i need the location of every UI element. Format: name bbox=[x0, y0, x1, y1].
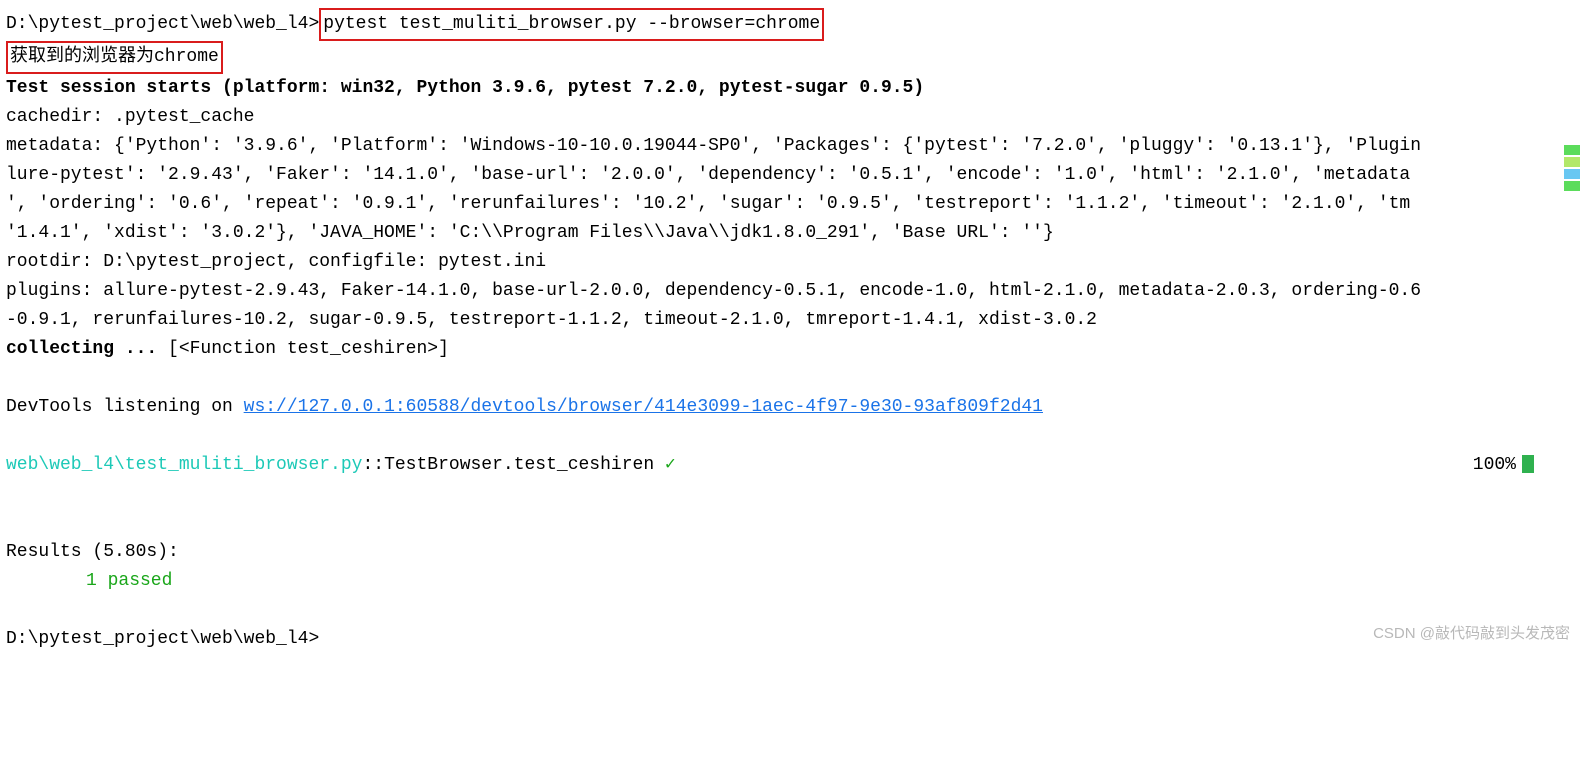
metadata-line-3: ', 'ordering': '0.6', 'repeat': '0.9.1',… bbox=[6, 190, 1574, 219]
results-header: Results (5.80s): bbox=[6, 538, 1574, 567]
percent-text: 100% bbox=[1473, 455, 1516, 475]
collecting-prefix: collecting ... bbox=[6, 339, 168, 359]
blank-line bbox=[6, 364, 1574, 393]
collecting-items: [<Function test_ceshiren>] bbox=[168, 339, 449, 359]
session-header: Test session starts (platform: win32, Py… bbox=[6, 74, 1574, 103]
command-highlight-box: pytest test_muliti_browser.py --browser=… bbox=[319, 8, 824, 41]
rootdir-line: rootdir: D:\pytest_project, configfile: … bbox=[6, 248, 1574, 277]
progress-segment bbox=[1564, 181, 1580, 191]
test-file-path: web\web_l4\test_muliti_browser.py bbox=[6, 455, 362, 475]
test-separator: :: bbox=[362, 455, 384, 475]
blank-line bbox=[6, 509, 1574, 538]
prompt-line-1: D:\pytest_project\web\web_l4>pytest test… bbox=[6, 8, 1574, 41]
devtools-url-link[interactable]: ws://127.0.0.1:60588/devtools/browser/41… bbox=[244, 397, 1043, 417]
test-result-line: web\web_l4\test_muliti_browser.py::TestB… bbox=[6, 451, 1574, 480]
blank-line bbox=[6, 480, 1574, 509]
percent-complete: 100% bbox=[1473, 451, 1534, 480]
cn-message-box: 获取到的浏览器为chrome bbox=[6, 41, 223, 74]
prompt-path: D:\pytest_project\web\web_l4> bbox=[6, 14, 319, 34]
results-passed: 1 passed bbox=[6, 567, 1574, 596]
progress-segment bbox=[1564, 145, 1580, 155]
blank-line bbox=[6, 422, 1574, 451]
metadata-line-2: lure-pytest': '2.9.43', 'Faker': '14.1.0… bbox=[6, 161, 1574, 190]
test-name: TestBrowser.test_ceshiren bbox=[384, 455, 654, 475]
plugins-line-2: -0.9.1, rerunfailures-10.2, sugar-0.9.5,… bbox=[6, 306, 1574, 335]
metadata-line-4: '1.4.1', 'xdist': '3.0.2'}, 'JAVA_HOME':… bbox=[6, 219, 1574, 248]
metadata-line-1: metadata: {'Python': '3.9.6', 'Platform'… bbox=[6, 132, 1574, 161]
progress-segment bbox=[1564, 169, 1580, 179]
plugins-line-1: plugins: allure-pytest-2.9.43, Faker-14.… bbox=[6, 277, 1574, 306]
progress-segment bbox=[1564, 157, 1580, 167]
cn-message-line: 获取到的浏览器为chrome bbox=[6, 41, 1574, 74]
terminal-output: D:\pytest_project\web\web_l4>pytest test… bbox=[0, 0, 1580, 654]
collecting-line: collecting ... [<Function test_ceshiren>… bbox=[6, 335, 1574, 364]
devtools-prefix: DevTools listening on bbox=[6, 397, 244, 417]
blank-line bbox=[6, 596, 1574, 625]
prompt-line-2: D:\pytest_project\web\web_l4> bbox=[6, 625, 1574, 654]
csdn-watermark: CSDN @敲代码敲到头发茂密 bbox=[1373, 619, 1570, 648]
devtools-line: DevTools listening on ws://127.0.0.1:605… bbox=[6, 393, 1574, 422]
progress-block-icon bbox=[1522, 455, 1534, 473]
check-mark-icon: ✓ bbox=[654, 455, 676, 475]
side-progress-bar bbox=[1564, 145, 1580, 193]
cachedir-line: cachedir: .pytest_cache bbox=[6, 103, 1574, 132]
